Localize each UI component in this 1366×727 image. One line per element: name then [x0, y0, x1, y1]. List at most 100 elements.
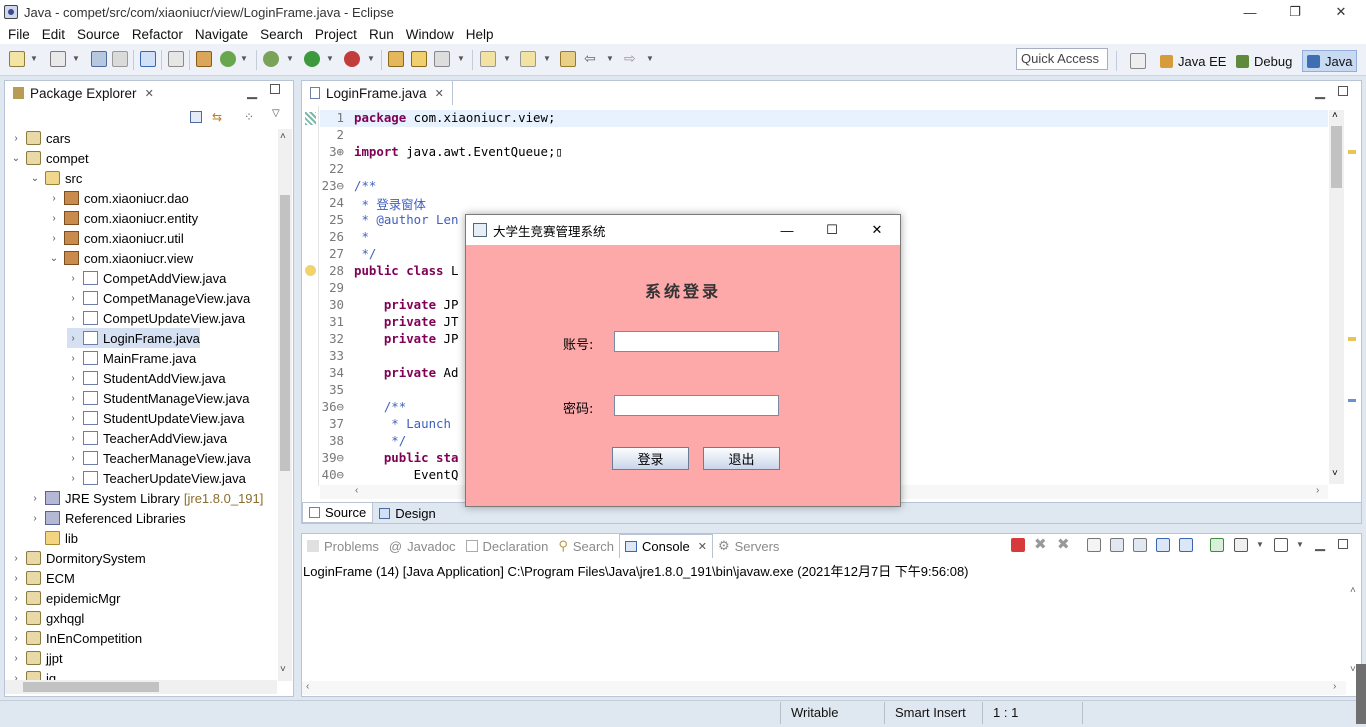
chevron-right-icon[interactable]: ›: [29, 493, 41, 504]
tab-console[interactable]: Console ✕: [619, 534, 713, 558]
dialog-close-button[interactable]: ✕: [856, 215, 898, 245]
chevron-right-icon[interactable]: ›: [67, 413, 79, 424]
chevron-right-icon[interactable]: ›: [10, 573, 22, 584]
tree-item[interactable]: › ECM: [10, 568, 75, 588]
explorer-horizontal-scrollbar[interactable]: [5, 680, 277, 694]
menu-source[interactable]: Source: [71, 27, 126, 42]
forward-icon[interactable]: ⇨: [624, 51, 640, 67]
perspective-java-ee[interactable]: Java EE: [1156, 50, 1230, 72]
login-button[interactable]: 登录: [612, 447, 689, 470]
chevron-right-icon[interactable]: ›: [67, 473, 79, 484]
code-line[interactable]: 23⊖ /**: [320, 178, 377, 195]
scroll-right-icon[interactable]: ›: [1333, 681, 1336, 692]
new-dropdown-icon[interactable]: ▼: [30, 54, 38, 63]
tab-package-explorer[interactable]: Package Explorer ✕: [5, 81, 162, 105]
open-perspective-icon[interactable]: [1130, 53, 1146, 69]
show-console-output-icon[interactable]: [1156, 538, 1170, 552]
tree-item[interactable]: › LoginFrame.java: [67, 328, 200, 348]
code-line[interactable]: 2: [320, 127, 354, 144]
chevron-right-icon[interactable]: ›: [67, 373, 79, 384]
code-line[interactable]: 28 public class L: [320, 263, 458, 280]
code-line[interactable]: 38 */: [320, 433, 406, 450]
close-icon[interactable]: ✕: [698, 540, 707, 553]
explorer-vertical-scrollbar[interactable]: [278, 129, 292, 681]
chevron-right-icon[interactable]: ›: [10, 133, 22, 144]
menu-file[interactable]: File: [2, 27, 36, 42]
scroll-down-icon[interactable]: ˅: [1350, 664, 1356, 675]
scroll-left-icon[interactable]: ‹: [306, 681, 309, 692]
link-with-editor-icon[interactable]: ⇆: [212, 111, 226, 123]
tab-source[interactable]: Source: [302, 503, 374, 523]
chevron-right-icon[interactable]: ›: [29, 513, 41, 524]
chevron-right-icon[interactable]: ›: [67, 353, 79, 364]
code-line[interactable]: 26 *: [320, 229, 369, 246]
tree-item[interactable]: › epidemicMgr: [10, 588, 120, 608]
tree-item[interactable]: › CompetManageView.java: [67, 288, 250, 308]
tab-loginframe-java[interactable]: LoginFrame.java ✕: [302, 81, 453, 105]
pen-dropdown-icon[interactable]: ▼: [457, 54, 465, 63]
open-console-icon[interactable]: [1274, 538, 1288, 552]
tree-item[interactable]: › jjpt: [10, 648, 62, 668]
tree-item[interactable]: ⌄ compet: [10, 148, 89, 168]
code-line[interactable]: 37 * Launch: [320, 416, 451, 433]
build-icon[interactable]: [196, 51, 212, 67]
chevron-right-icon[interactable]: ›: [67, 293, 79, 304]
explorer-hscroll-thumb[interactable]: [23, 682, 159, 692]
close-button[interactable]: ✕: [1318, 0, 1364, 24]
overview-warning-marker[interactable]: [1348, 150, 1356, 154]
tree-item[interactable]: › MainFrame.java: [67, 348, 196, 368]
word-wrap-icon[interactable]: [1133, 538, 1147, 552]
show-console-error-icon[interactable]: [1179, 538, 1193, 552]
scroll-right-icon[interactable]: ›: [1316, 485, 1319, 496]
scroll-up-icon[interactable]: ˄: [1350, 585, 1356, 596]
tree-item[interactable]: › StudentManageView.java: [67, 388, 249, 408]
tab-design[interactable]: Design: [373, 503, 441, 523]
run-dropdown-icon[interactable]: ▼: [326, 54, 334, 63]
maximize-view-icon[interactable]: [270, 84, 280, 94]
minimize-view-icon[interactable]: ▁: [247, 84, 257, 100]
annotation-icon[interactable]: [480, 51, 496, 67]
tab-servers[interactable]: ⚙ Servers: [713, 538, 784, 554]
menu-project[interactable]: Project: [309, 27, 363, 42]
exit-button[interactable]: 退出: [703, 447, 780, 470]
annotation-dropdown-icon[interactable]: ▼: [503, 54, 511, 63]
tree-item[interactable]: lib: [29, 528, 78, 548]
new-icon[interactable]: [9, 51, 25, 67]
code-line[interactable]: 32 private JP: [320, 331, 458, 348]
code-line[interactable]: 40⊖ EventQ: [320, 467, 459, 484]
account-input[interactable]: [614, 331, 779, 352]
save-icon[interactable]: [91, 51, 107, 67]
password-input[interactable]: [614, 395, 779, 416]
scroll-down-icon[interactable]: ˅: [1332, 468, 1338, 479]
open-folder-icon[interactable]: [411, 51, 427, 67]
debug-icon[interactable]: [263, 51, 279, 67]
progress-indicator-icon[interactable]: [1356, 664, 1366, 724]
minimize-editor-icon[interactable]: ▁: [1315, 84, 1325, 100]
back-dropdown-icon[interactable]: ▼: [606, 54, 614, 63]
scroll-down-icon[interactable]: ˅: [280, 664, 286, 675]
menu-search[interactable]: Search: [254, 27, 309, 42]
refresh-dropdown-icon[interactable]: ▼: [240, 54, 248, 63]
minimize-console-icon[interactable]: ▁: [1315, 536, 1325, 552]
scroll-lock-icon[interactable]: [1110, 538, 1124, 552]
tab-problems[interactable]: Problems: [302, 539, 384, 554]
code-line[interactable]: 34 private Ad: [320, 365, 458, 382]
menu-edit[interactable]: Edit: [36, 27, 71, 42]
tree-item[interactable]: › CompetUpdateView.java: [67, 308, 245, 328]
pen-icon[interactable]: [434, 51, 450, 67]
tree-item[interactable]: › StudentAddView.java: [67, 368, 225, 388]
next-annotation-icon[interactable]: [520, 51, 536, 67]
display-console-dropdown-icon[interactable]: ▼: [1256, 540, 1264, 549]
tree-item[interactable]: › Referenced Libraries: [29, 508, 185, 528]
chevron-right-icon[interactable]: ›: [67, 273, 79, 284]
code-line[interactable]: 1 package com.xiaoniucr.view;: [320, 110, 556, 127]
code-line[interactable]: 36⊖ /**: [320, 399, 407, 416]
chevron-right-icon[interactable]: ›: [48, 233, 60, 244]
menu-window[interactable]: Window: [400, 27, 460, 42]
menu-refactor[interactable]: Refactor: [126, 27, 189, 42]
code-line[interactable]: 30 private JP: [320, 297, 458, 314]
chevron-right-icon[interactable]: ›: [67, 433, 79, 444]
code-line[interactable]: 39⊖ public sta: [320, 450, 459, 467]
chevron-right-icon[interactable]: ›: [67, 313, 79, 324]
tree-item[interactable]: › TeacherManageView.java: [67, 448, 251, 468]
